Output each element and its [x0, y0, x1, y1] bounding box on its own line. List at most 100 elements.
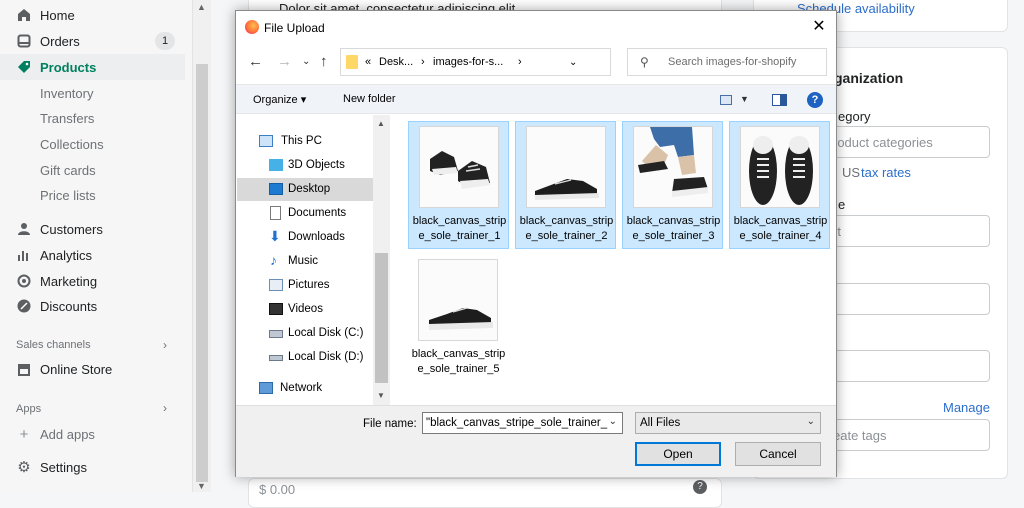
breadcrumb-overflow[interactable]: « — [365, 56, 371, 68]
page-scrollbar-thumb[interactable] — [196, 64, 208, 482]
category-label: egory — [838, 109, 871, 124]
sidebar-item-label: Analytics — [40, 247, 93, 263]
sidebar-item-label: Online Store — [40, 361, 113, 377]
sidebar-subitem-collections[interactable]: Collections — [0, 131, 185, 157]
vendor-input[interactable] — [820, 283, 990, 315]
new-folder-button[interactable]: New folder — [343, 93, 396, 105]
breadcrumb-separator[interactable]: › — [518, 56, 522, 68]
sidebar-item-online-store[interactable]: Online Store — [0, 356, 185, 382]
sidebar-item-label: Transfers — [40, 110, 95, 126]
file-item[interactable]: black_canvas_stripe_sole_trainer_4 — [729, 121, 830, 249]
chevron-down-icon[interactable]: ⌄ — [606, 416, 617, 427]
sidebar-subitem-gift-cards[interactable]: Gift cards — [0, 157, 185, 183]
open-button[interactable]: Open — [635, 442, 721, 466]
sidebar-item-customers[interactable]: Customers — [0, 216, 185, 242]
tree-item-3d-objects[interactable]: 3D Objects — [237, 154, 373, 177]
file-list: black_canvas_stripe_sole_trainer_1 black… — [398, 115, 836, 405]
file-item[interactable]: black_canvas_stripe_sole_trainer_5 — [408, 255, 509, 383]
videos-icon — [269, 303, 283, 315]
sidebar-item-label: Marketing — [40, 273, 98, 289]
sidebar-item-home[interactable]: Home — [0, 2, 185, 28]
recent-locations-chevron-icon[interactable]: ⌄ — [302, 56, 310, 67]
tree-item-local-disk-d[interactable]: Local Disk (D:) — [237, 346, 373, 369]
apps-heading: Apps — [16, 403, 42, 415]
product-type-input[interactable]: rt — [820, 215, 990, 247]
music-icon: ♪ — [270, 252, 277, 268]
tree-item-music[interactable]: ♪ Music — [237, 250, 373, 273]
dialog-footer: File name: "black_canvas_stripe_sole_tra… — [236, 405, 836, 477]
file-name-input[interactable]: "black_canvas_stripe_sole_trainer_ ⌄ — [422, 412, 623, 434]
collections-input[interactable] — [820, 350, 990, 382]
help-icon[interactable]: ? — [807, 92, 823, 108]
price-value: $ 0.00 — [259, 482, 296, 497]
shoe-thumbnail-image — [419, 126, 499, 208]
chevron-right-icon[interactable]: › — [163, 401, 167, 415]
file-item[interactable]: black_canvas_stripe_sole_trainer_3 — [622, 121, 723, 249]
discounts-icon — [17, 299, 31, 313]
cancel-button[interactable]: Cancel — [735, 442, 821, 466]
tax-rates-link[interactable]: tax rates — [861, 165, 911, 180]
scroll-down-arrow[interactable]: ▼ — [377, 391, 385, 400]
disk-d-icon — [269, 355, 283, 361]
tree-item-videos[interactable]: Videos — [237, 298, 373, 321]
back-arrow-icon[interactable]: ← — [248, 53, 263, 70]
file-name: black_canvas_stripe_sole_trainer_3 — [626, 215, 721, 242]
sidebar-item-add-apps[interactable]: + Add apps — [0, 421, 185, 447]
close-button[interactable]: ✕ — [808, 17, 830, 37]
up-arrow-icon[interactable]: ↑ — [320, 53, 328, 70]
file-item[interactable]: black_canvas_stripe_sole_trainer_1 — [408, 121, 509, 249]
tree-item-local-disk-c[interactable]: Local Disk (C:) — [237, 322, 373, 345]
navigation-pane-scrollbar-thumb[interactable] — [375, 253, 388, 383]
tree-item-this-pc[interactable]: This PC — [237, 130, 373, 153]
tree-item-label: Local Disk (D:) — [288, 351, 364, 363]
tree-item-downloads[interactable]: ⬇ Downloads — [237, 226, 373, 249]
sidebar-item-orders[interactable]: Orders 1 — [0, 28, 185, 54]
scroll-down-arrow[interactable]: ▼ — [197, 481, 206, 491]
sidebar-item-marketing[interactable]: Marketing — [0, 268, 185, 294]
breadcrumb-images-folder[interactable]: images-for-s... — [433, 56, 503, 68]
tree-item-documents[interactable]: Documents — [237, 202, 373, 225]
forward-arrow-icon[interactable]: → — [277, 53, 292, 70]
organize-button[interactable]: Organize ▾ — [253, 93, 306, 106]
marketing-icon — [17, 274, 31, 288]
breadcrumb-separator[interactable]: › — [421, 56, 425, 68]
sidebar-item-analytics[interactable]: Analytics — [0, 242, 185, 268]
file-item[interactable]: black_canvas_stripe_sole_trainer_2 — [515, 121, 616, 249]
scroll-up-arrow[interactable]: ▲ — [377, 119, 385, 128]
dialog-titlebar[interactable]: File Upload ✕ — [236, 11, 836, 44]
address-dropdown-icon[interactable]: ⌄ — [569, 57, 577, 68]
product-category-input[interactable]: roduct categories — [820, 126, 990, 158]
sidebar-item-products[interactable]: Products — [0, 54, 185, 80]
shoe-thumbnail-image — [740, 126, 820, 208]
products-tag-icon — [17, 60, 31, 74]
preview-pane-icon[interactable] — [772, 94, 787, 106]
scroll-up-arrow[interactable]: ▲ — [197, 2, 206, 12]
sidebar-subitem-transfers[interactable]: Transfers — [0, 105, 185, 131]
orders-count-badge: 1 — [155, 32, 175, 50]
address-bar[interactable]: « Desk... › images-for-s... › ⌄ ↻ — [340, 48, 708, 76]
sidebar-item-discounts[interactable]: Discounts — [0, 293, 185, 319]
tree-item-label: Network — [280, 382, 323, 394]
sidebar-item-label: Products — [40, 59, 97, 75]
sidebar-item-label: Inventory — [40, 85, 94, 101]
firefox-icon — [245, 20, 259, 34]
sidebar-subitem-inventory[interactable]: Inventory — [0, 80, 185, 106]
search-box[interactable]: ⚲ Search images-for-shopify — [627, 48, 827, 76]
chevron-right-icon[interactable]: › — [163, 338, 167, 352]
disk-c-icon — [269, 330, 283, 338]
tree-item-label: Videos — [288, 303, 323, 315]
view-dropdown-icon[interactable]: ▼ — [740, 94, 749, 104]
tags-input[interactable]: eate tags — [820, 419, 990, 451]
file-type-select[interactable]: All Files ⌄ — [635, 412, 821, 434]
tree-item-pictures[interactable]: Pictures — [237, 274, 373, 297]
view-options-icon[interactable] — [720, 95, 732, 105]
tree-item-desktop[interactable]: Desktop — [237, 178, 373, 201]
sidebar-subitem-price-lists[interactable]: Price lists — [0, 182, 185, 208]
breadcrumb-desktop[interactable]: Desk... — [379, 56, 413, 68]
tree-item-network[interactable]: Network — [237, 377, 373, 400]
manage-tags-link[interactable]: Manage — [943, 400, 990, 415]
sidebar-item-settings[interactable]: ⚙ Settings — [0, 454, 185, 480]
command-bar: Organize ▾ New folder ▼ ? — [236, 84, 836, 114]
pc-icon — [259, 135, 273, 147]
chevron-down-icon: ⌄ — [806, 416, 815, 427]
